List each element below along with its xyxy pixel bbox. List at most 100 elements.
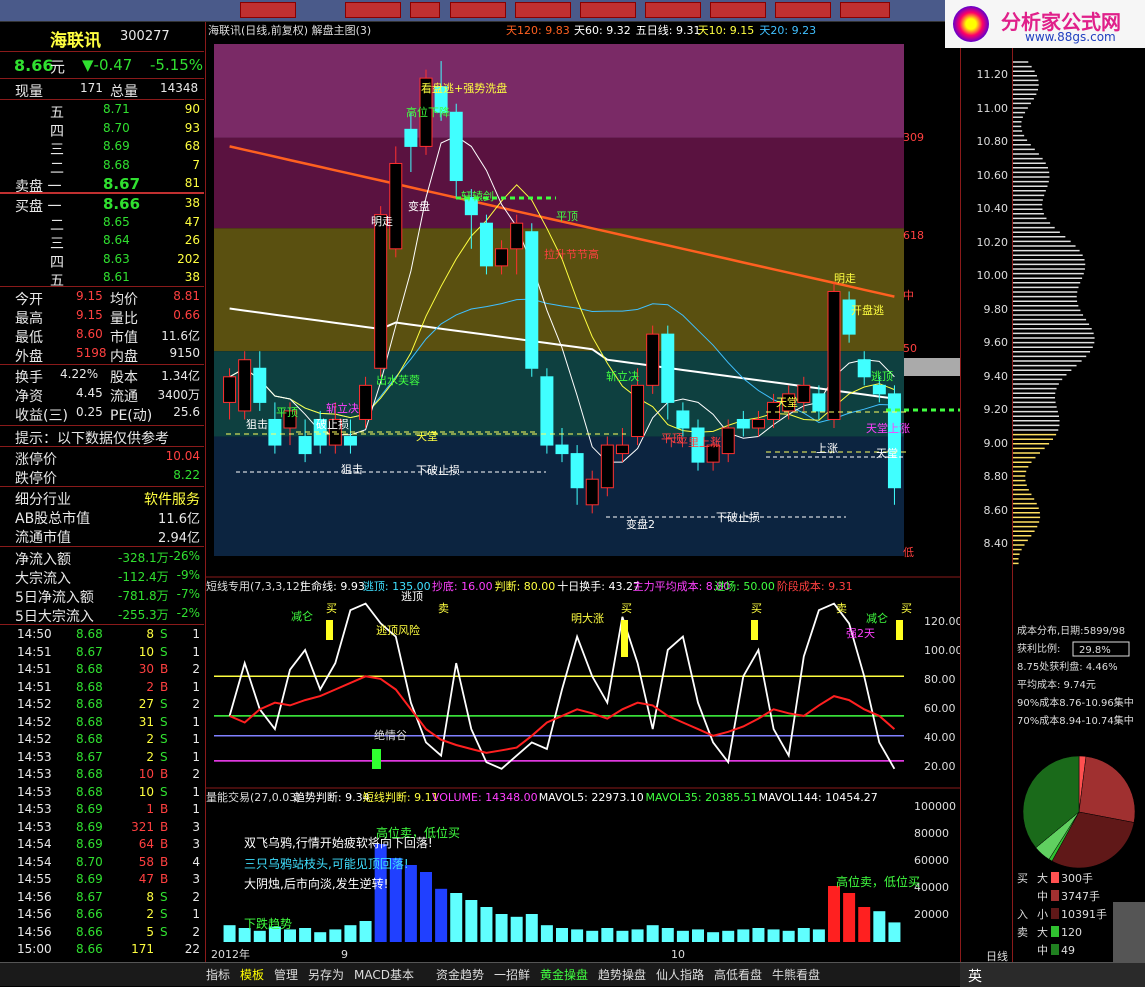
toolbar-button[interactable]: [840, 2, 890, 18]
candle[interactable]: [615, 444, 629, 455]
candle[interactable]: [343, 436, 357, 446]
candle[interactable]: [872, 384, 886, 395]
toolbar-button[interactable]: [775, 2, 831, 18]
bottom-tab[interactable]: 趋势操盘: [598, 966, 646, 983]
toolbar-button[interactable]: [645, 2, 701, 18]
candle[interactable]: [404, 128, 418, 147]
toolbar-button[interactable]: [580, 2, 636, 18]
bottom-tab[interactable]: 管理: [274, 966, 298, 983]
tick-row[interactable]: 14:52 8.68 31 S 1: [0, 714, 204, 731]
candle[interactable]: [359, 384, 373, 420]
candle[interactable]: [585, 478, 599, 506]
tick-row[interactable]: 14:53 8.68 10 S 1: [0, 784, 204, 801]
candle[interactable]: [389, 162, 403, 250]
tick-time: 14:55: [17, 872, 52, 886]
bottom-tab[interactable]: 黄金操盘: [540, 966, 588, 983]
bottom-tab[interactable]: 仙人指路: [656, 966, 704, 983]
candle[interactable]: [449, 111, 463, 182]
candle[interactable]: [374, 214, 388, 369]
bottom-tab[interactable]: 高低看盘: [714, 966, 762, 983]
candle[interactable]: [887, 393, 901, 489]
candle[interactable]: [570, 453, 584, 489]
ask-price: 8.71: [103, 102, 130, 116]
toolbar-button[interactable]: [450, 2, 506, 18]
tick-row[interactable]: 14:51 8.68 30 B 2: [0, 661, 204, 678]
tick-row[interactable]: 14:56 8.66 5 S 2: [0, 924, 204, 941]
candle[interactable]: [600, 444, 614, 489]
bottom-tab[interactable]: 模板: [240, 966, 264, 983]
tick-volume: 31: [138, 714, 154, 729]
tick-time: 14:51: [17, 662, 52, 676]
chart-canvas[interactable]: 海联讯(日线,前复权) 解盘主图(3) 天120: 9.83 天60: 9.32 五日…: [206, 22, 963, 962]
cost-distribution-panel: 成本分布,日期:5899/98 获利比例: 8.75处获利盘: 4.46% 平均成本:…: [1012, 22, 1145, 962]
volume-header: 短线判断: 9.11: [363, 790, 439, 804]
tick-row[interactable]: 14:54 8.69 64 B 3: [0, 836, 204, 853]
volume-bar: [510, 916, 523, 942]
candle[interactable]: [555, 444, 569, 455]
tick-row[interactable]: 14:53 8.68 10 B 2: [0, 766, 204, 783]
tick-price: 8.66: [76, 907, 103, 921]
tick-row[interactable]: 14:50 8.68 8 S 1: [0, 626, 204, 643]
volume-bar: [329, 929, 342, 942]
candle[interactable]: [676, 410, 690, 429]
candle[interactable]: [510, 222, 524, 250]
tick-row[interactable]: 14:53 8.67 2 S 1: [0, 749, 204, 766]
tick-row[interactable]: 14:54 8.70 58 B 4: [0, 854, 204, 871]
bottom-tab[interactable]: 一招鲜: [494, 966, 530, 983]
stat-value: 8.81: [173, 289, 200, 303]
tick-row[interactable]: 14:56 8.66 2 S 1: [0, 906, 204, 923]
candle[interactable]: [238, 359, 252, 412]
bottom-tab[interactable]: MACD基本: [354, 966, 414, 983]
candle[interactable]: [751, 418, 765, 429]
bottom-tab[interactable]: 牛熊看盘: [772, 966, 820, 983]
candle[interactable]: [631, 384, 645, 438]
stat-value: 5198: [76, 346, 107, 360]
toolbar-button[interactable]: [515, 2, 571, 18]
tick-row[interactable]: 14:51 8.68 2 B 1: [0, 679, 204, 696]
toolbar-button[interactable]: [345, 2, 401, 18]
candle[interactable]: [268, 418, 282, 446]
bottom-tab[interactable]: 资金趋势: [436, 966, 484, 983]
watermark-logo: 分析家公式网 www.88gs.com: [945, 0, 1145, 48]
volume-bar: [480, 907, 493, 942]
candle[interactable]: [721, 427, 735, 455]
chart-area[interactable]: 海联讯(日线,前复权) 解盘主图(3) 天120: 9.83 天60: 9.32 五日…: [206, 22, 963, 962]
volume-bar: [767, 929, 780, 942]
candle[interactable]: [736, 418, 750, 429]
candle[interactable]: [827, 290, 841, 420]
toolbar-button[interactable]: [710, 2, 766, 18]
ime-toolbar[interactable]: 英: [960, 963, 1145, 987]
volume-bar: [556, 928, 568, 942]
candle[interactable]: [812, 393, 826, 412]
tick-count: 1: [192, 732, 200, 746]
candle[interactable]: [298, 436, 312, 455]
candle[interactable]: [857, 359, 871, 378]
candle[interactable]: [661, 333, 675, 403]
ime-lang[interactable]: 英: [968, 966, 982, 986]
tick-row[interactable]: 15:00 8.66 171 22: [0, 941, 204, 958]
candle[interactable]: [223, 376, 237, 403]
bottom-tab[interactable]: 另存为: [308, 966, 344, 983]
tick-row[interactable]: 14:52 8.68 27 S 2: [0, 696, 204, 713]
bottom-tab[interactable]: 指标: [206, 966, 230, 983]
candle[interactable]: [646, 333, 660, 386]
tick-row[interactable]: 14:55 8.69 47 B 3: [0, 871, 204, 888]
candle[interactable]: [253, 367, 267, 403]
tick-row[interactable]: 14:53 8.69 321 B 3: [0, 819, 204, 836]
tick-row[interactable]: 14:51 8.67 10 S 1: [0, 644, 204, 661]
tick-side: B: [160, 819, 169, 834]
candle[interactable]: [525, 231, 539, 369]
candle[interactable]: [797, 384, 811, 403]
candle[interactable]: [540, 376, 554, 446]
tick-row[interactable]: 14:52 8.68 2 S 1: [0, 731, 204, 748]
toolbar-button[interactable]: [410, 2, 440, 18]
candle[interactable]: [495, 248, 509, 267]
tick-volume: 27: [138, 697, 154, 711]
volume-bar: [284, 929, 296, 942]
candle[interactable]: [479, 222, 493, 267]
tick-row[interactable]: 14:56 8.67 8 S 2: [0, 889, 204, 906]
toolbar-button[interactable]: [240, 2, 296, 18]
tick-side: B: [160, 837, 169, 851]
tick-row[interactable]: 14:53 8.69 1 B 1: [0, 801, 204, 818]
volume-header: MAVOL5: 22973.10: [539, 791, 644, 804]
